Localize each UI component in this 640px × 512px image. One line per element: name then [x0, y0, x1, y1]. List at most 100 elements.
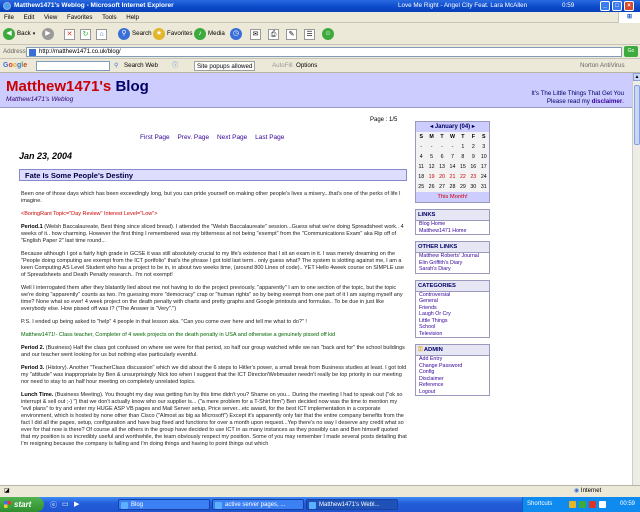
blog-subtitle: Matthew1471's Weblog: [6, 96, 74, 103]
media-button[interactable]: ♪ Media: [194, 27, 225, 41]
minimize-button[interactable]: _: [600, 1, 610, 11]
shortcuts-label[interactable]: Shortcuts: [527, 497, 552, 512]
other-links-item[interactable]: Sarah's Diary: [416, 266, 489, 273]
calendar-day: 26: [428, 184, 435, 190]
key-icon: ⚿: [418, 347, 423, 353]
refresh-icon: ↻: [80, 28, 91, 40]
scroll-thumb[interactable]: [634, 85, 640, 145]
menu-edit[interactable]: Edit: [20, 12, 39, 23]
security-zone: ◉ Internet: [574, 488, 602, 494]
tray-network-icon[interactable]: [579, 501, 586, 508]
calendar-day-header: S: [481, 134, 486, 140]
search-web-button[interactable]: Search Web: [124, 59, 158, 73]
post-body: Been one of those days which has been ex…: [21, 191, 407, 454]
stop-button[interactable]: ✕: [64, 27, 75, 41]
disclaimer-link[interactable]: disclaimer: [592, 98, 623, 105]
back-button[interactable]: ◀ Back ▾: [3, 27, 35, 41]
calendar-day-header: M: [429, 134, 434, 140]
maximize-button[interactable]: □: [612, 1, 622, 11]
ie-icon: [3, 2, 11, 10]
calendar-day-header: S: [419, 134, 423, 140]
links-box: LINKS Blog Home Matthew1471 Home: [415, 209, 490, 235]
refresh-button[interactable]: ↻: [80, 27, 91, 41]
media-label: Media: [208, 30, 225, 37]
calendar-day: 9: [471, 154, 475, 160]
vertical-scrollbar[interactable]: ▲ ▼: [632, 73, 640, 498]
calendar-day-link[interactable]: 23: [468, 172, 478, 182]
start-button[interactable]: start: [0, 497, 44, 512]
calendar-day-link[interactable]: 20: [437, 172, 447, 182]
other-links-box: OTHER LINKS Matthew Roberts' Journal Eli…: [415, 241, 490, 274]
calendar-next-icon[interactable]: ▸: [472, 124, 475, 130]
blog-title: Matthew1471's Blog: [6, 78, 149, 95]
search-web-icon: ⚲: [114, 62, 119, 69]
post-paragraph: Because although I got a fairly high gra…: [21, 251, 404, 278]
home-button[interactable]: ⌂: [96, 27, 107, 41]
options-button[interactable]: Options: [296, 59, 317, 73]
quick-launch-ie-icon[interactable]: ⓔ: [50, 500, 57, 510]
go-button[interactable]: Go: [624, 46, 638, 57]
links-header: LINKS: [416, 210, 489, 221]
next-page-link[interactable]: Next Page: [217, 134, 247, 141]
forward-button[interactable]: ▶: [42, 27, 54, 41]
menu-tools[interactable]: Tools: [98, 12, 120, 23]
task-button-asp[interactable]: active server pages, ...: [212, 499, 304, 510]
discuss-button[interactable]: ☰: [304, 27, 315, 41]
menu-bar: File Edit View Favorites Tools Help ⊞: [0, 12, 640, 23]
google-logo[interactable]: Google: [3, 59, 27, 73]
address-bar: Address http://matthew1471.co.uk/blog/ G…: [0, 45, 640, 59]
search-button[interactable]: ⚲ Search: [118, 27, 152, 41]
norton-antivirus-button[interactable]: Norton AntiVirus: [580, 59, 625, 73]
post-title: Fate Is Some People's Destiny: [19, 169, 407, 181]
other-links-item[interactable]: Matthew Roberts' Journal: [416, 253, 489, 260]
quick-launch-desktop-icon[interactable]: ▭: [62, 500, 69, 508]
last-page-link[interactable]: Last Page: [255, 134, 284, 141]
calendar-day-link[interactable]: 19: [426, 172, 436, 182]
links-item[interactable]: Matthew1471 Home: [416, 228, 489, 235]
messenger-icon: ☺: [322, 28, 334, 40]
calendar-day: 12: [428, 164, 435, 170]
tray-security-icon[interactable]: [589, 501, 596, 508]
admin-item[interactable]: Logout: [416, 389, 489, 396]
popup-blocker-button[interactable]: Site popups allowed: [194, 61, 256, 71]
prev-page-link[interactable]: Prev. Page: [177, 134, 209, 141]
info-icon[interactable]: ⓘ: [172, 59, 178, 73]
calendar-prev-icon[interactable]: ◂: [430, 124, 433, 130]
google-toolbar: Google ⚲ Search Web ⓘ Site popups allowe…: [0, 59, 640, 73]
address-input[interactable]: http://matthew1471.co.uk/blog/: [26, 47, 622, 57]
tray-volume-icon[interactable]: [599, 501, 606, 508]
calendar-day: 8: [461, 154, 465, 160]
this-month-link[interactable]: This Month!: [416, 192, 489, 202]
autofill-button[interactable]: AutoFill: [272, 59, 293, 73]
menu-view[interactable]: View: [40, 12, 61, 23]
menu-file[interactable]: File: [0, 12, 18, 23]
first-page-link[interactable]: First Page: [140, 134, 170, 141]
close-button[interactable]: ×: [624, 1, 634, 11]
edit-button[interactable]: ✎: [286, 27, 297, 41]
menu-help[interactable]: Help: [122, 12, 143, 23]
mail-button[interactable]: ✉: [250, 27, 261, 41]
calendar-day-link[interactable]: 21: [447, 172, 457, 182]
task-button-blog[interactable]: Blog: [118, 499, 210, 510]
calendar-day: 31: [480, 184, 487, 190]
calendar-day: 14: [449, 164, 456, 170]
messenger-button[interactable]: ☺: [322, 27, 334, 41]
calendar-day: 5: [430, 154, 434, 160]
print-button[interactable]: ⎙: [268, 27, 279, 41]
standard-toolbar: ◀ Back ▾ ▶ ✕ ↻ ⌂ ⚲ Search ★ Favorites ♪ …: [0, 23, 640, 45]
address-url: http://matthew1471.co.uk/blog/: [39, 49, 121, 55]
favorites-label: Favorites: [167, 30, 193, 37]
history-button[interactable]: ◷: [230, 27, 242, 41]
task-button-weblog[interactable]: Matthew1471's Webl...: [306, 499, 398, 510]
calendar-day-link[interactable]: 22: [458, 172, 468, 182]
scroll-up-icon[interactable]: ▲: [633, 73, 640, 81]
category-item[interactable]: Television: [416, 331, 489, 338]
favorites-button[interactable]: ★ Favorites: [153, 27, 192, 41]
menu-favorites[interactable]: Favorites: [63, 12, 96, 23]
calendar-day: -: [420, 144, 423, 150]
google-search-input[interactable]: [36, 61, 110, 71]
post-paragraph: P.S. I ended up being asked to "help" 4 …: [21, 319, 307, 325]
tray-norton-icon[interactable]: [569, 501, 576, 508]
quick-launch-media-icon[interactable]: ▶: [74, 500, 79, 508]
calendar-day: 17: [480, 164, 487, 170]
